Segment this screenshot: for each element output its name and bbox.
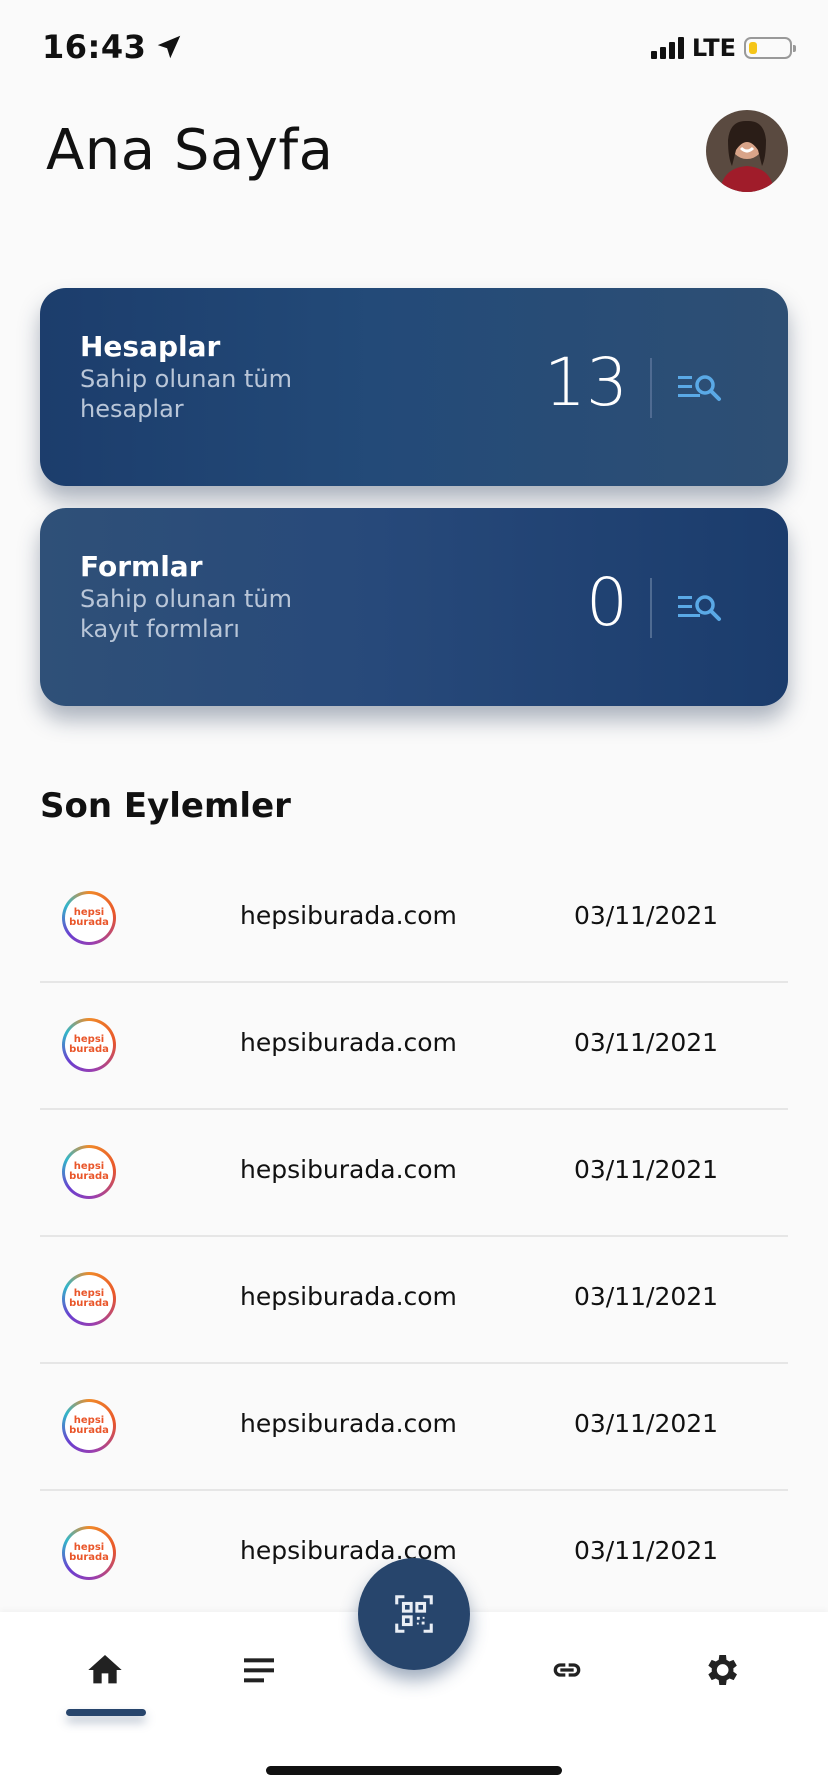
accounts-card[interactable]: Hesaplar Sahip olunan tüm hesaplar 13 bbox=[40, 288, 788, 486]
logo-text: hepsi burada bbox=[65, 1275, 113, 1323]
active-tab-indicator bbox=[66, 1709, 146, 1716]
card-divider bbox=[650, 358, 652, 418]
logo-text-line: burada bbox=[69, 1044, 109, 1055]
search-list-icon[interactable] bbox=[678, 370, 722, 406]
status-indicators: LTE bbox=[650, 34, 796, 62]
nav-home[interactable] bbox=[75, 1640, 135, 1700]
list-item[interactable]: hepsi burada hepsiburada.com 03/11/2021 bbox=[40, 1364, 788, 1491]
battery-icon bbox=[744, 37, 796, 59]
location-arrow-icon bbox=[158, 35, 181, 59]
signal-icon bbox=[650, 37, 684, 59]
item-date: 03/11/2021 bbox=[574, 1155, 719, 1184]
logo-text: hepsi burada bbox=[65, 1402, 113, 1450]
list-item[interactable]: hepsi burada hepsiburada.com 03/11/2021 bbox=[40, 856, 788, 983]
logo-text-line: burada bbox=[69, 1425, 109, 1436]
item-domain: hepsiburada.com bbox=[240, 1409, 457, 1438]
time-text: 16:43 bbox=[42, 28, 147, 66]
status-time: 16:43 bbox=[42, 28, 184, 66]
link-icon bbox=[553, 1663, 581, 1677]
avatar[interactable] bbox=[706, 110, 788, 192]
logo-text-line: burada bbox=[69, 1298, 109, 1309]
home-indicator bbox=[266, 1766, 562, 1775]
logo-text: hepsi burada bbox=[65, 1021, 113, 1069]
network-label: LTE bbox=[691, 34, 736, 62]
settings-icon bbox=[708, 1655, 737, 1685]
list-item[interactable]: hepsi burada hepsiburada.com 03/11/2021 bbox=[40, 983, 788, 1110]
qr-scan-button[interactable] bbox=[358, 1558, 470, 1670]
item-domain: hepsiburada.com bbox=[240, 1028, 457, 1057]
logo-text: hepsi burada bbox=[65, 1148, 113, 1196]
item-date: 03/11/2021 bbox=[574, 1282, 719, 1311]
accounts-count: 13 bbox=[544, 344, 628, 421]
logo-text-line: burada bbox=[69, 1552, 109, 1563]
logo-text: hepsi burada bbox=[65, 894, 113, 942]
status-bar: 16:43 LTE bbox=[0, 0, 828, 100]
item-domain: hepsiburada.com bbox=[240, 1282, 457, 1311]
nav-list[interactable] bbox=[229, 1640, 289, 1700]
card-subtitle: Sahip olunan tüm hesaplar bbox=[80, 365, 293, 423]
battery-level bbox=[749, 42, 757, 54]
card-subtitle: Sahip olunan tüm kayıt formları bbox=[80, 585, 293, 643]
search-list-icon[interactable] bbox=[678, 590, 722, 626]
home-icon bbox=[88, 1655, 122, 1684]
list-item[interactable]: hepsi burada hepsiburada.com 03/11/2021 bbox=[40, 1110, 788, 1237]
forms-card[interactable]: Formlar Sahip olunan tüm kayıt formları … bbox=[40, 508, 788, 706]
card-title: Hesaplar bbox=[80, 330, 221, 363]
logo-text-line: burada bbox=[69, 1171, 109, 1182]
avatar-image bbox=[706, 110, 788, 192]
item-date: 03/11/2021 bbox=[574, 901, 719, 930]
item-date: 03/11/2021 bbox=[574, 1409, 719, 1438]
qr-scan-icon bbox=[395, 1595, 433, 1633]
item-domain: hepsiburada.com bbox=[240, 1155, 457, 1184]
section-title: Son Eylemler bbox=[40, 786, 291, 826]
card-divider bbox=[650, 578, 652, 638]
item-date: 03/11/2021 bbox=[574, 1536, 719, 1565]
item-date: 03/11/2021 bbox=[574, 1028, 719, 1057]
logo-text-line: burada bbox=[69, 917, 109, 928]
forms-count: 0 bbox=[586, 564, 628, 641]
item-domain: hepsiburada.com bbox=[240, 901, 457, 930]
list-item[interactable]: hepsi burada hepsiburada.com 03/11/2021 bbox=[40, 1237, 788, 1364]
logo-text: hepsi burada bbox=[65, 1529, 113, 1577]
recent-actions-list: hepsi burada hepsiburada.com 03/11/2021 … bbox=[40, 856, 788, 1616]
card-title: Formlar bbox=[80, 550, 203, 583]
page-title: Ana Sayfa bbox=[46, 118, 334, 183]
nav-settings[interactable] bbox=[691, 1640, 751, 1700]
list-icon bbox=[244, 1658, 274, 1683]
nav-links[interactable] bbox=[537, 1640, 597, 1700]
